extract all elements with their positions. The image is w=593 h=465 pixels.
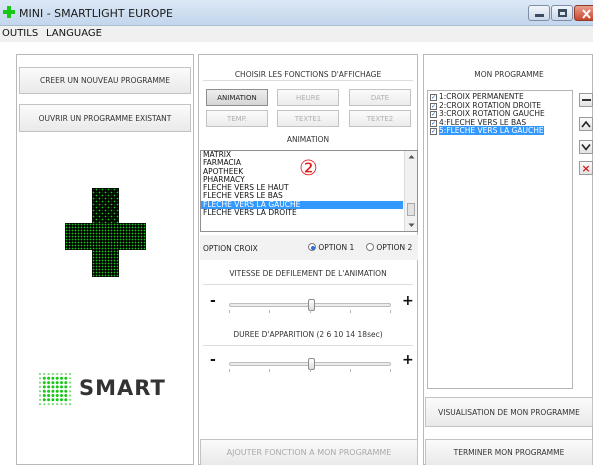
cross-option-label: OPTION CROIX [203,244,258,253]
slider-tick [229,369,230,372]
speed-label: VITESSE DE DEFILEMENT DE L'ANIMATION [229,269,387,278]
program-item-label: 5:FLECHE VERS LA GAUCHE [439,126,544,135]
option2-radio-dot [366,243,374,251]
down-arrow-icon [581,144,591,151]
program-item-checkbox[interactable]: ✓ [430,128,437,135]
program-item-checkbox[interactable]: ✓ [430,94,437,101]
maximize-icon [558,9,567,17]
scroll-down-icon[interactable] [405,220,418,230]
option2-radio[interactable]: OPTION 2 [366,243,412,252]
program-list-item[interactable]: ✓ 5:FLECHE VERS LA GAUCHE [430,126,544,136]
scroll-thumb[interactable] [407,203,415,216]
app-cross-icon [3,6,15,18]
slider-tick [269,310,270,313]
right-panel: MON PROGRAMME ✓ 1:CROIX PERMANENTE ✓ 2:CROI… [423,54,593,465]
divider [203,284,413,285]
duration-increase-button[interactable]: + [402,352,414,368]
divider [203,80,413,81]
program-listbox[interactable]: ✓ 1:CROIX PERMANENTE ✓ 2:CROIX ROTATION DRO… [427,90,573,389]
center-panel: CHOISIR LES FONCTIONS D'AFFICHAGE ANIMAT… [198,54,418,465]
left-panel: CREER UN NOUVEAU PROGRAMME OUVRIR UN PRO… [16,54,194,465]
slider-tick [229,310,230,313]
led-cross-icon [65,188,146,277]
close-button[interactable] [574,5,593,21]
slider-tick [350,369,351,372]
move-down-button[interactable] [579,140,593,154]
option2-label: OPTION 2 [376,243,413,252]
animation-listbox[interactable]: MATRIX FARMACIA APOTHEEK PHARMACY FLECHE VER… [200,150,418,232]
texte2-button[interactable]: TEXTE2 [349,110,411,127]
heure-button[interactable]: HEURE [277,89,339,106]
title-bar: MINI - SMARTLIGHT EUROPE [0,0,593,26]
animation-section-label: ANIMATION [286,135,330,144]
option1-label: OPTION 1 [318,243,355,252]
functions-heading: CHOISIR LES FONCTIONS D'AFFICHAGE [234,70,382,79]
minimize-icon [535,14,544,17]
date-button[interactable]: DATE [349,89,411,106]
program-item-checkbox[interactable]: ✓ [430,102,437,110]
open-program-button[interactable]: OUVRIR UN PROGRAMME EXISTANT [19,104,191,132]
slider-tick [390,369,391,372]
duration-label: DUREE D'APPARITION (2 6 10 14 18sec) [233,330,383,339]
option1-radio-dot [308,243,316,251]
temp-button[interactable]: TEMP. [206,110,268,127]
move-up-button[interactable] [579,117,593,131]
window-title: MINI - SMARTLIGHT EUROPE [19,7,173,20]
unknown-action-button[interactable] [579,93,593,107]
divider [203,345,413,346]
cross-option-row: OPTION CROIX OPTION 1 OPTION 2 [200,235,418,260]
annotation-marker: ② [299,156,318,180]
visualize-program-button[interactable]: VISUALISATION DE MON PROGRAMME [425,397,593,427]
create-program-button[interactable]: CREER UN NOUVEAU PROGRAMME [19,67,191,94]
program-item-checkbox[interactable]: ✓ [430,111,437,118]
speed-increase-button[interactable]: + [402,293,414,309]
logo-dots-icon [38,372,72,406]
slider-tick [350,310,351,313]
menu-bar: OUTILS LANGUAGE [0,26,593,42]
up-arrow-icon [581,120,591,128]
animation-list-scrollbar[interactable] [404,151,417,231]
animation-button[interactable]: ANIMATION [206,89,268,106]
delete-icon: × [581,161,591,175]
program-item-checkbox[interactable]: ✓ [430,119,437,127]
minimize-button[interactable] [528,5,550,21]
finish-program-button[interactable]: TERMINER MON PROGRAMME [425,439,593,465]
texte1-button[interactable]: TEXTE1 [277,110,339,127]
scroll-up-icon[interactable] [405,152,418,162]
menu-language[interactable]: LANGUAGE [46,28,102,39]
slider-tick [310,310,311,313]
duration-decrease-button[interactable]: - [210,352,216,368]
smart-logo: SMART [37,371,177,411]
program-heading: MON PROGRAMME [474,70,544,79]
option1-radio[interactable]: OPTION 1 [308,243,354,252]
speed-decrease-button[interactable]: - [210,293,216,309]
maximize-button[interactable] [551,5,573,21]
slider-tick [390,310,391,313]
add-function-button[interactable]: AJOUTER FONCTION A MON PROGRAMME [200,439,418,465]
slider-tick [310,369,311,372]
close-icon [582,9,591,19]
animation-list-item[interactable]: FLECHE VERS LA DROITE [201,208,403,217]
delete-button[interactable]: × [579,161,593,175]
menu-outils[interactable]: OUTILS [2,28,38,39]
slider-tick [269,369,270,372]
logo-text: SMART [79,376,166,400]
